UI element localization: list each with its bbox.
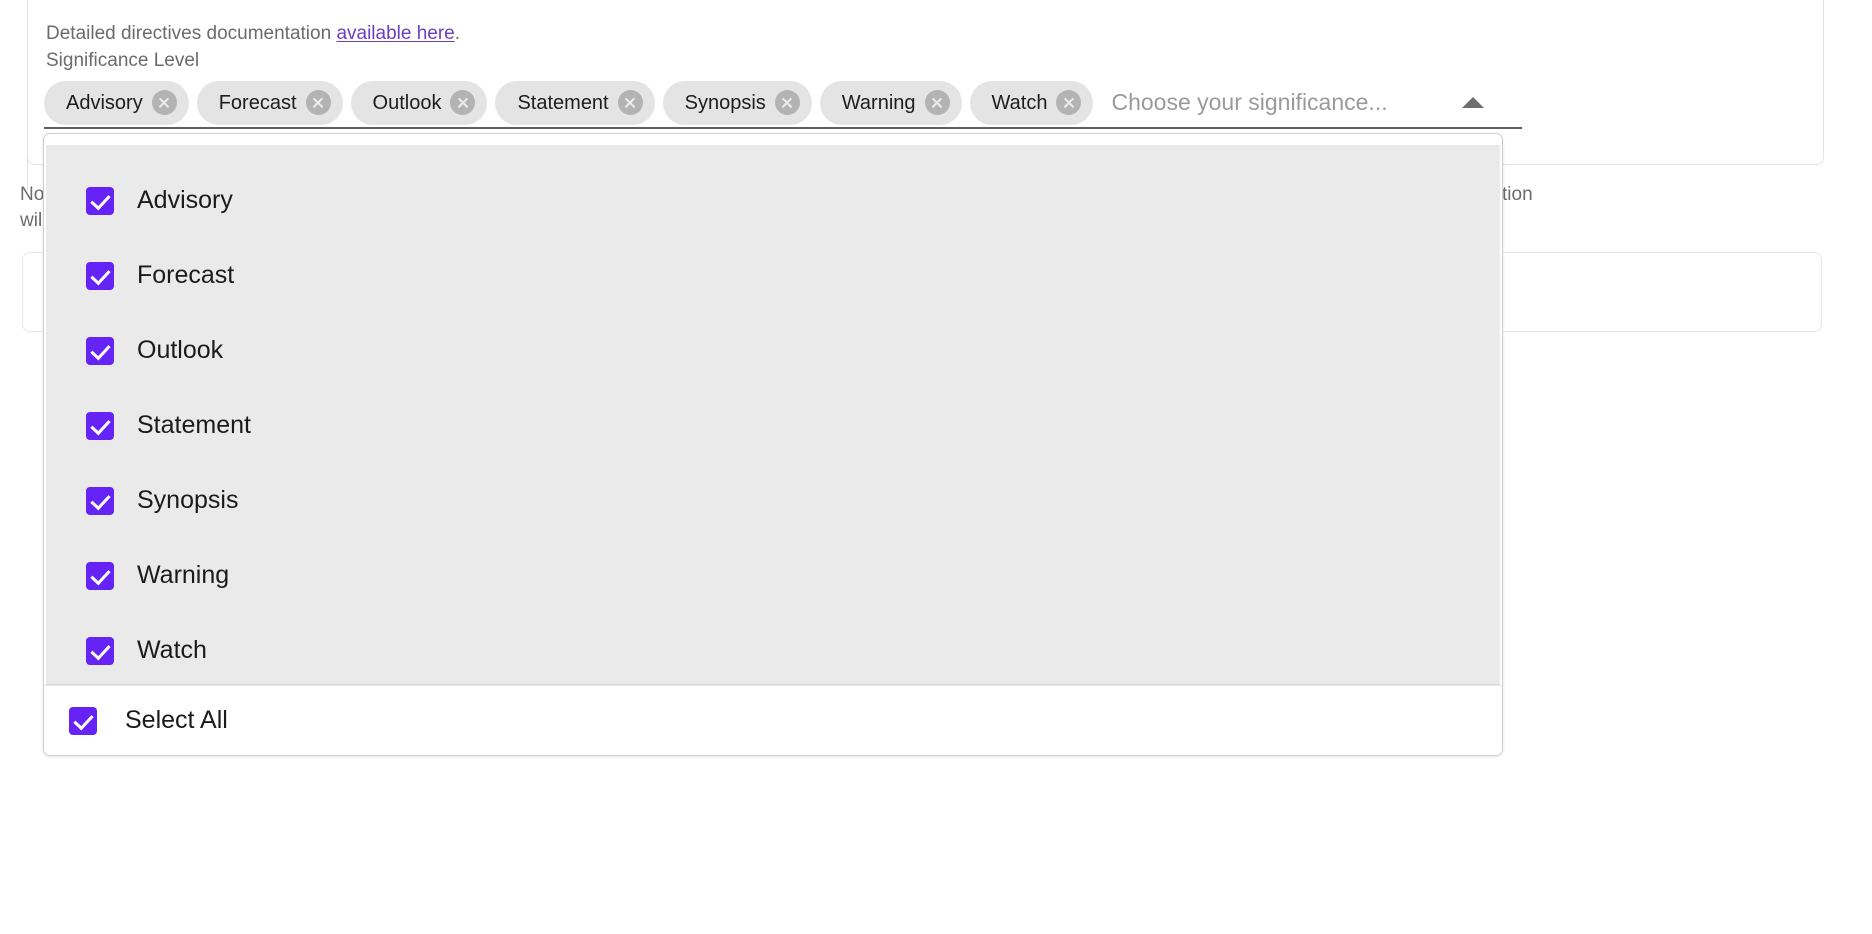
dropdown-option-label: Outlook	[137, 336, 224, 364]
chip-remove-icon[interactable]	[305, 90, 331, 115]
checkbox-checked-icon[interactable]	[69, 706, 97, 735]
significance-level-dropdown: Advisory Forecast Outlook Statement Syno…	[43, 133, 1503, 756]
chip-remove-icon[interactable]	[1056, 90, 1082, 115]
select-all-label: Select All	[125, 706, 228, 735]
dropdown-option-label: Watch	[137, 636, 207, 664]
selected-chips: Advisory Forecast Outlook Statement Syno…	[44, 80, 1094, 125]
chip-outlook[interactable]: Outlook	[350, 80, 488, 125]
chip-statement[interactable]: Statement	[495, 80, 655, 125]
chip-remove-icon[interactable]	[151, 90, 177, 115]
dropdown-option-advisory[interactable]: Advisory	[46, 163, 1500, 238]
dropdown-option-statement[interactable]: Statement	[46, 388, 1500, 463]
chip-remove-icon[interactable]	[924, 90, 950, 115]
background-note-right: tion	[1502, 184, 1533, 205]
select-placeholder[interactable]: Choose your significance...	[1111, 89, 1462, 116]
dropdown-option-watch[interactable]: Watch	[46, 613, 1500, 684]
checkbox-checked-icon[interactable]	[86, 486, 114, 515]
chip-remove-icon[interactable]	[450, 90, 476, 115]
dropdown-option-outlook[interactable]: Outlook	[46, 313, 1500, 388]
dropdown-option-forecast[interactable]: Forecast	[46, 238, 1500, 313]
dropdown-option-label: Advisory	[137, 186, 233, 214]
dropdown-option-warning[interactable]: Warning	[46, 538, 1500, 613]
chip-label: Forecast	[218, 91, 297, 114]
page-left-rule	[27, 0, 28, 190]
documentation-link[interactable]: available here	[336, 23, 454, 44]
dropdown-option-label: Warning	[137, 561, 230, 589]
background-note-line1: No	[20, 184, 45, 205]
documentation-hint: Detailed directives documentation availa…	[46, 23, 460, 45]
background-note-line2: wil	[20, 210, 43, 231]
chip-remove-icon[interactable]	[617, 90, 643, 115]
dropdown-option-label: Forecast	[137, 261, 235, 289]
dropdown-option-label: Synopsis	[137, 486, 239, 514]
chip-label: Synopsis	[684, 91, 766, 114]
chip-label: Watch	[991, 91, 1048, 114]
checkbox-checked-icon[interactable]	[86, 411, 114, 440]
chip-label: Outlook	[372, 91, 442, 114]
checkbox-checked-icon[interactable]	[86, 336, 114, 365]
dropdown-option-label: Statement	[137, 411, 251, 439]
chip-synopsis[interactable]: Synopsis	[662, 80, 812, 125]
dropdown-option-synopsis[interactable]: Synopsis	[46, 463, 1500, 538]
dropdown-option-list[interactable]: Advisory Forecast Outlook Statement Syno…	[46, 145, 1500, 686]
chip-advisory[interactable]: Advisory	[44, 80, 189, 125]
chip-forecast[interactable]: Forecast	[196, 80, 343, 125]
significance-level-select[interactable]: Advisory Forecast Outlook Statement Syno…	[44, 78, 1522, 129]
checkbox-checked-icon[interactable]	[86, 261, 114, 290]
chip-watch[interactable]: Watch	[969, 80, 1094, 125]
dropdown-select-all-row[interactable]: Select All	[44, 685, 1502, 755]
screen-root: Detailed directives documentation availa…	[0, 0, 1872, 934]
chevron-up-icon[interactable]	[1462, 97, 1484, 108]
chip-label: Statement	[517, 91, 609, 114]
documentation-hint-text: Detailed directives documentation	[46, 23, 337, 44]
documentation-hint-period: .	[454, 23, 461, 44]
checkbox-checked-icon[interactable]	[86, 561, 114, 590]
chip-warning[interactable]: Warning	[819, 80, 962, 125]
chip-label: Warning	[841, 91, 916, 114]
checkbox-checked-icon[interactable]	[86, 636, 114, 665]
checkbox-checked-icon[interactable]	[86, 186, 114, 215]
chip-remove-icon[interactable]	[774, 90, 800, 115]
significance-level-label: Significance Level	[46, 50, 200, 71]
chip-label: Advisory	[66, 91, 143, 114]
